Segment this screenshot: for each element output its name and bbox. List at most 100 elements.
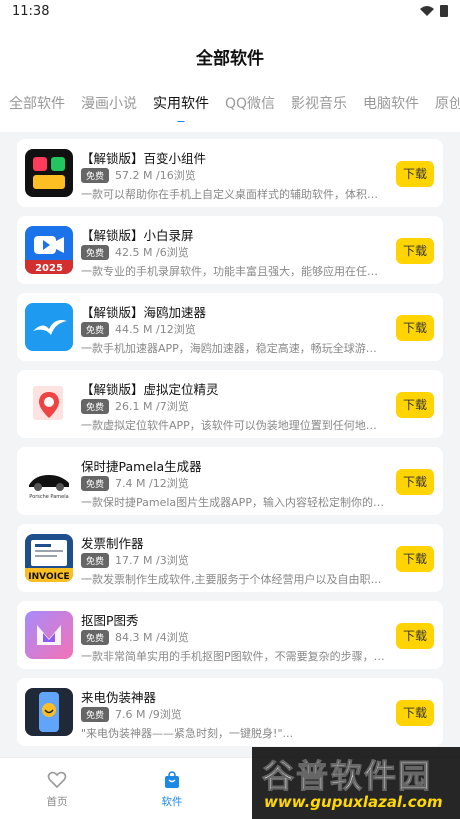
list-item[interactable]: 【解锁版】百变小组件 免费 57.2 M /16浏览 一款可以帮助你在手机上自定义… <box>17 139 443 207</box>
app-views: /12浏览 <box>149 477 189 490</box>
app-meta: 免费 44.5 M /12浏览 <box>81 321 196 337</box>
nav-home[interactable]: 首页 <box>27 770 87 809</box>
app-meta: 免费 7.6 M /9浏览 <box>81 706 182 722</box>
app-description: 一款专业的手机录屏软件，功能丰富且强大，能够应用在任何场景... <box>81 265 386 278</box>
app-size-views: 7.4 M /12浏览 <box>115 475 189 491</box>
tab-pc-software[interactable]: 电脑软件 <box>355 92 427 122</box>
tab-comics-novels[interactable]: 漫画小说 <box>73 92 145 122</box>
download-button[interactable]: 下载 <box>396 161 434 187</box>
free-badge: 免费 <box>81 398 110 414</box>
app-views: /4浏览 <box>156 631 189 644</box>
free-badge: 免费 <box>81 629 110 645</box>
app-description: 一款手机加速器APP，海鸥加速器，稳定高速，畅玩全球游戏，一... <box>81 342 386 355</box>
download-button[interactable]: 下载 <box>396 238 434 264</box>
app-description: "来电伪装神器——紧急时刻，一键脱身!"... <box>81 727 294 740</box>
tab-video-music[interactable]: 影视音乐 <box>283 92 355 122</box>
app-size: 57.2 M <box>115 169 153 182</box>
download-button[interactable]: 下载 <box>396 700 434 726</box>
app-description: 一款发票制作生成软件,主要服务于个体经营用户以及自由职业者,... <box>81 573 386 586</box>
status-bar: 11:38 <box>0 0 460 22</box>
app-meta: 免费 26.1 M /7浏览 <box>81 398 189 414</box>
tab-all-software[interactable]: 全部软件 <box>0 92 73 122</box>
list-item[interactable]: 来电伪装神器 免费 7.6 M /9浏览 "来电伪装神器——紧急时刻，一键脱身!"… <box>17 678 443 746</box>
watermark-title: 谷普软件园 <box>261 757 433 796</box>
app-name: 【解锁版】海鸥加速器 <box>81 305 207 320</box>
tab-original[interactable]: 原创 <box>427 92 460 122</box>
app-meta: 免费 17.7 M /3浏览 <box>81 552 189 568</box>
download-button[interactable]: 下载 <box>396 315 434 341</box>
header: 全部软件 全部软件 漫画小说 实用软件 QQ微信 影视音乐 电脑软件 原创 <box>0 22 460 132</box>
list-item[interactable]: 【解锁版】虚拟定位精灵 免费 26.1 M /7浏览 一款虚拟定位软件APP，该软… <box>17 370 443 438</box>
wifi-icon <box>420 6 434 16</box>
free-badge: 免费 <box>81 475 110 491</box>
app-meta: 免费 84.3 M /4浏览 <box>81 629 189 645</box>
app-name: 来电伪装神器 <box>81 690 157 705</box>
nav-software-label: 软件 <box>161 796 183 808</box>
heart-icon <box>47 771 67 789</box>
app-views: /16浏览 <box>156 169 196 182</box>
app-views: /9浏览 <box>149 708 182 721</box>
download-button[interactable]: 下载 <box>396 546 434 572</box>
app-views: /6浏览 <box>156 246 189 259</box>
porsche-car-icon: Porsche Pamela <box>25 457 73 505</box>
app-size-views: 84.3 M /4浏览 <box>115 629 189 645</box>
tab-utility-software[interactable]: 实用软件 <box>145 92 217 122</box>
app-size: 7.6 M <box>115 708 146 721</box>
download-button[interactable]: 下载 <box>396 469 434 495</box>
widget-app-icon <box>25 149 73 197</box>
app-size: 44.5 M <box>115 323 153 336</box>
free-badge: 免费 <box>81 167 110 183</box>
free-badge: 免费 <box>81 706 110 722</box>
page-title: 全部软件 <box>196 49 264 69</box>
tab-label: 实用软件 <box>153 96 209 112</box>
app-meta: 免费 57.2 M /16浏览 <box>81 167 196 183</box>
app-views: /3浏览 <box>156 554 189 567</box>
free-badge: 免费 <box>81 321 110 337</box>
battery-icon <box>440 5 448 17</box>
app-size: 42.5 M <box>115 246 153 259</box>
app-name: 抠图P图秀 <box>81 613 139 628</box>
status-time: 11:38 <box>12 3 50 19</box>
app-size-views: 26.1 M /7浏览 <box>115 398 189 414</box>
list-item[interactable]: 2025 【解锁版】小白录屏 免费 42.5 M /6浏览 一款专业的手机录屏软件… <box>17 216 443 284</box>
list-item[interactable]: INVOICE 发票制作器 免费 17.7 M /3浏览 一款发票制作生成软件,主… <box>17 524 443 592</box>
free-badge: 免费 <box>81 244 110 260</box>
invoice-icon: INVOICE <box>25 534 73 582</box>
icon-caption-text: INVOICE <box>28 572 69 582</box>
list-item[interactable]: 抠图P图秀 免费 84.3 M /4浏览 一款非常简单实用的手机抠图P图软件，不需… <box>17 601 443 669</box>
cutout-app-icon <box>25 611 73 659</box>
icon-year-text: 2025 <box>35 263 63 274</box>
tab-qq-wechat[interactable]: QQ微信 <box>217 92 283 122</box>
app-name: 【解锁版】小白录屏 <box>81 228 194 243</box>
app-size: 26.1 M <box>115 400 153 413</box>
nav-software[interactable]: 软件 <box>142 770 202 809</box>
fake-call-icon <box>25 688 73 736</box>
download-button[interactable]: 下载 <box>396 623 434 649</box>
app-size-views: 17.7 M /3浏览 <box>115 552 189 568</box>
list-item[interactable]: Porsche Pamela 保时捷Pamela生成器 免费 7.4 M /12浏… <box>17 447 443 515</box>
app-size-views: 42.5 M /6浏览 <box>115 244 189 260</box>
app-size: 84.3 M <box>115 631 153 644</box>
download-button[interactable]: 下载 <box>396 392 434 418</box>
list-item[interactable]: 【解锁版】海鸥加速器 免费 44.5 M /12浏览 一款手机加速器APP，海鸥加… <box>17 293 443 361</box>
free-badge: 免费 <box>81 552 110 568</box>
app-size-views: 44.5 M /12浏览 <box>115 321 196 337</box>
location-pin-icon <box>25 380 73 428</box>
app-description: 一款可以帮助你在手机上自定义桌面样式的辅助软件，体积小巧，... <box>81 188 386 201</box>
app-meta: 免费 42.5 M /6浏览 <box>81 244 189 260</box>
seagull-icon <box>25 303 73 351</box>
app-description: 一款保时捷Pamela图片生成器APP，输入内容轻松定制你的专属保... <box>81 496 386 509</box>
app-views: /12浏览 <box>156 323 196 336</box>
nav-home-label: 首页 <box>46 796 68 808</box>
status-icons <box>420 5 448 17</box>
watermark: 谷普软件园 www.gupuxlazal.com <box>252 747 460 819</box>
app-name: 【解锁版】虚拟定位精灵 <box>81 382 219 397</box>
app-list: 【解锁版】百变小组件 免费 57.2 M /16浏览 一款可以帮助你在手机上自定义… <box>17 139 443 755</box>
app-size-views: 7.6 M /9浏览 <box>115 706 182 722</box>
app-size: 7.4 M <box>115 477 146 490</box>
app-views: /7浏览 <box>156 400 189 413</box>
active-tab-indicator <box>177 121 185 122</box>
shopping-bag-icon <box>165 771 179 788</box>
app-description: 一款虚拟定位软件APP，该软件可以伪装地理位置到任何地点，也... <box>81 419 386 432</box>
app-name: 【解锁版】百变小组件 <box>81 151 207 166</box>
